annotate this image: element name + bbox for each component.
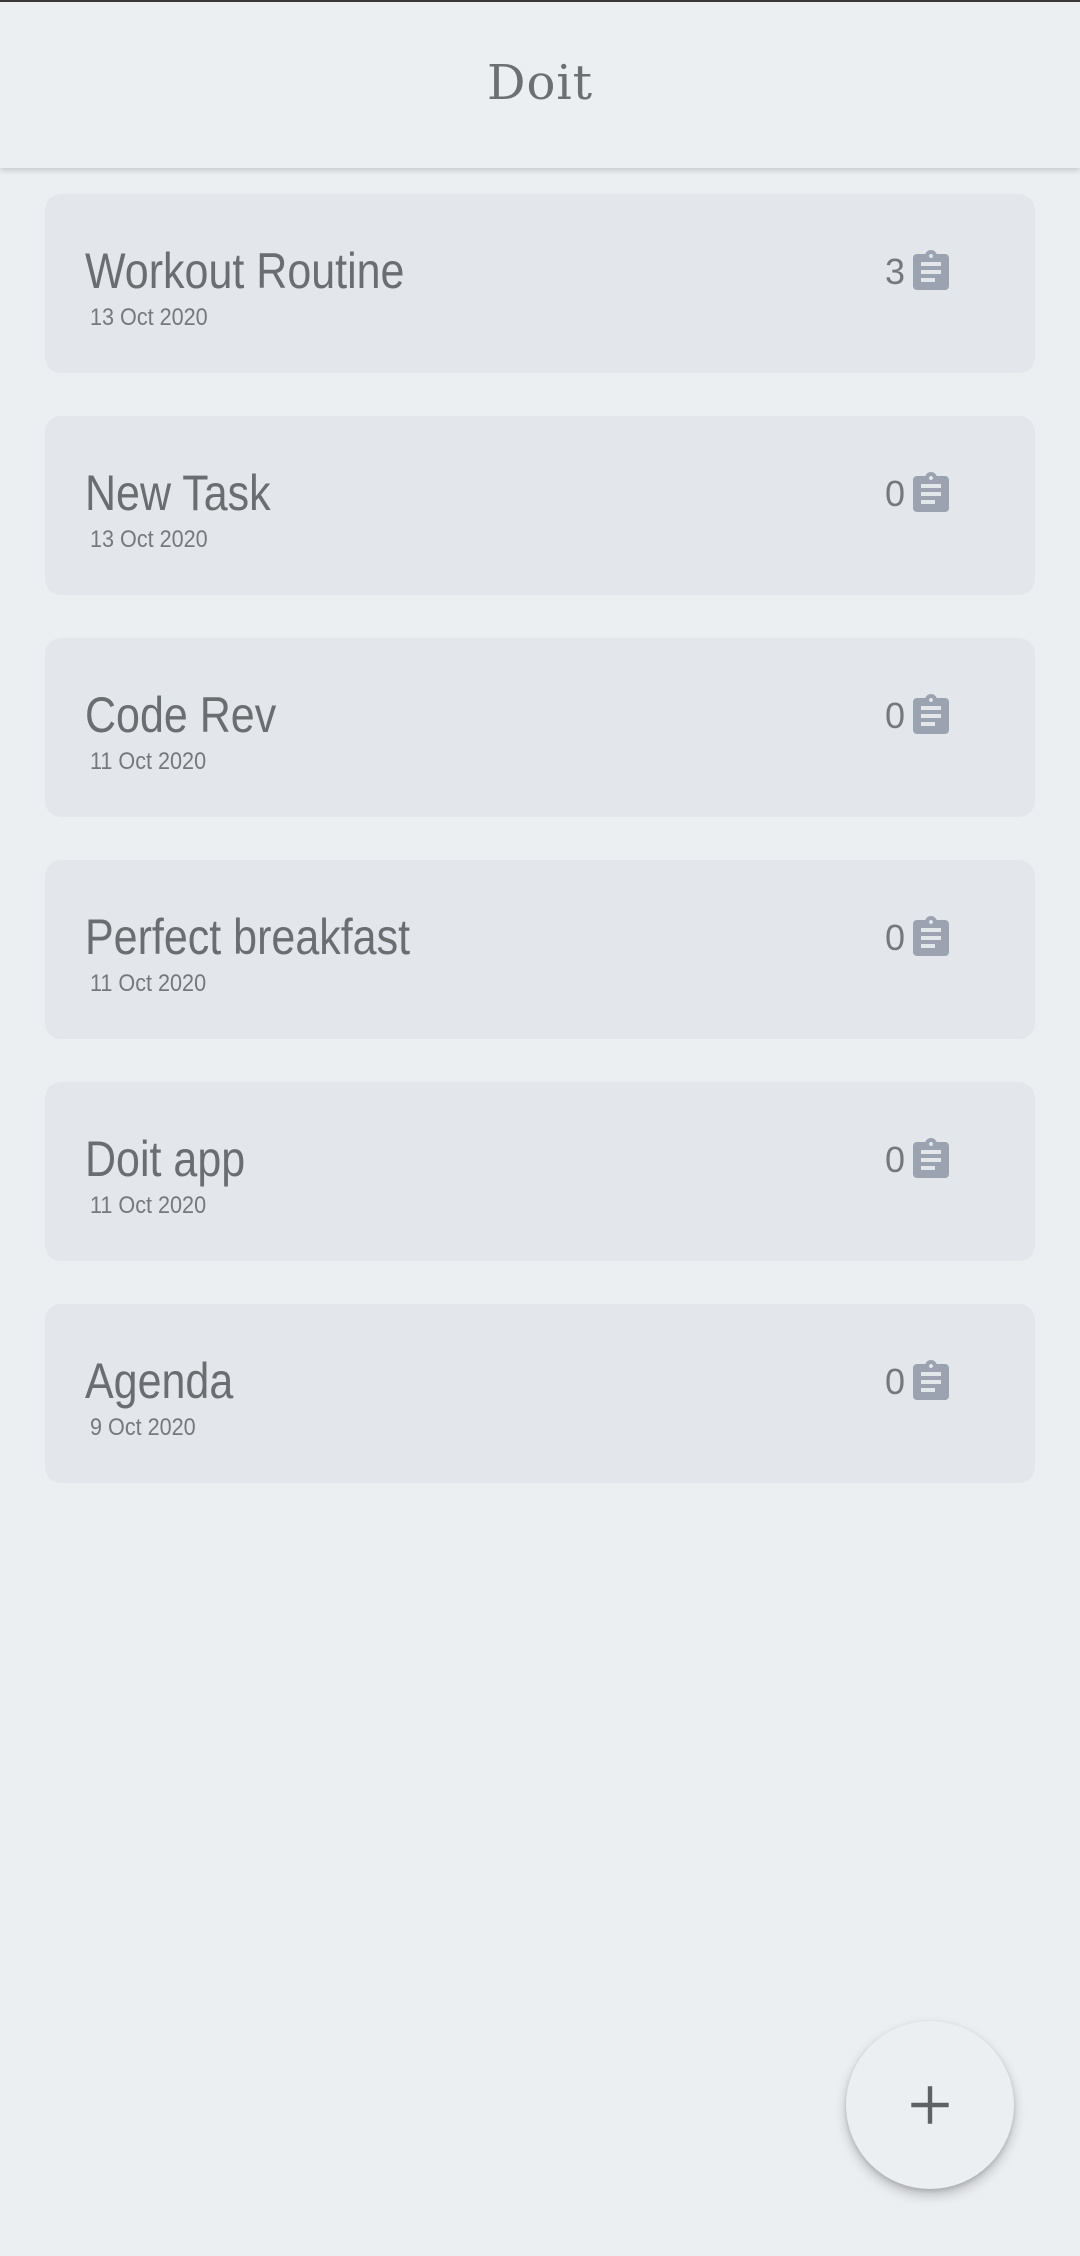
task-date: 11 Oct 2020: [90, 748, 207, 775]
clipboard-icon: [913, 250, 949, 290]
task-card[interactable]: Doit app 11 Oct 2020 0: [45, 1082, 1035, 1261]
task-count: 0: [884, 917, 905, 958]
plus-icon: [911, 2086, 949, 2124]
task-count: 0: [884, 695, 905, 736]
task-date: 11 Oct 2020: [90, 1192, 207, 1219]
task-title: Perfect breakfast: [85, 909, 411, 965]
add-task-button[interactable]: [846, 2021, 1014, 2189]
task-card[interactable]: New Task 13 Oct 2020 0: [45, 416, 1035, 595]
task-title: Agenda: [85, 1353, 234, 1409]
task-card[interactable]: Code Rev 11 Oct 2020 0: [45, 638, 1035, 817]
task-title: New Task: [85, 465, 271, 521]
clipboard-icon: [913, 1360, 949, 1400]
clipboard-icon: [913, 916, 949, 956]
task-card[interactable]: Workout Routine 13 Oct 2020 3: [45, 194, 1035, 373]
app-screen: Doit Workout Routine 13 Oct 2020 3 New T…: [0, 0, 1080, 2256]
task-date: 13 Oct 2020: [90, 304, 208, 331]
task-date: 13 Oct 2020: [90, 526, 208, 553]
task-card[interactable]: Perfect breakfast 11 Oct 2020 0: [45, 860, 1035, 1039]
task-title: Workout Routine: [85, 243, 405, 299]
clipboard-icon: [913, 1138, 949, 1178]
task-count: 0: [884, 1361, 905, 1402]
app-title: Doit: [486, 55, 594, 111]
task-title: Code Rev: [85, 687, 277, 743]
clipboard-icon: [913, 694, 949, 734]
app-bar: Doit: [0, 2, 1080, 168]
task-count: 0: [884, 1139, 905, 1180]
task-count: 0: [884, 473, 905, 514]
task-title: Doit app: [85, 1131, 246, 1187]
task-list: Workout Routine 13 Oct 2020 3 New Task 1…: [45, 194, 1035, 1526]
clipboard-icon: [913, 472, 949, 512]
task-card[interactable]: Agenda 9 Oct 2020 0: [45, 1304, 1035, 1483]
task-date: 9 Oct 2020: [90, 1414, 196, 1441]
task-count: 3: [884, 251, 905, 292]
task-date: 11 Oct 2020: [90, 970, 207, 997]
